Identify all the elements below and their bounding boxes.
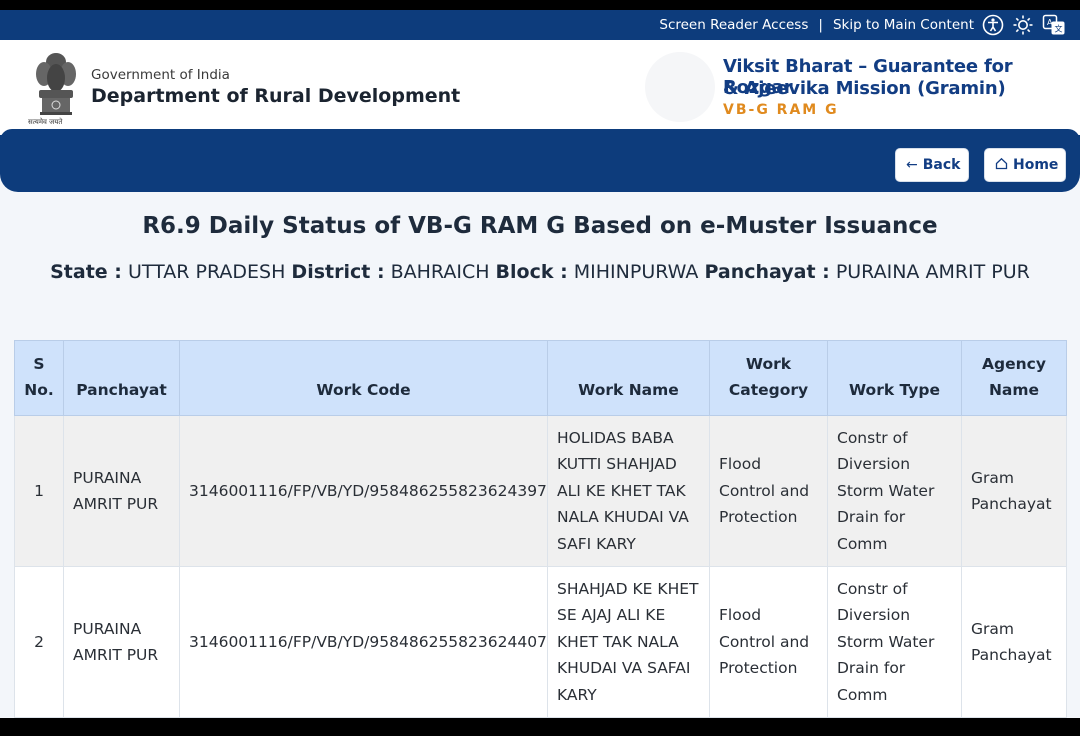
report-table: S No. Panchayat Work Code Work Name Work C… [14,340,1067,718]
site-header: सत्यमेव जयते Government of India Departm… [0,40,1080,135]
cell-work-category: Flood Control and Protection [709,566,828,718]
panchayat-label: Panchayat : [704,261,830,283]
cell-work-name: SHAHJAD KE KHET SE AJAJ ALI KE KHET TAK … [547,566,710,718]
cell-work-code[interactable]: 3146001116/FP/VB/YD/958486255823624397 [179,415,548,567]
panchayat-value: PURAINA AMRIT PUR [835,261,1030,283]
report-table-container: S No. Panchayat Work Code Work Name Work C… [14,340,1067,718]
cell-work-name: HOLIDAS BABA KUTTI SHAHJAD ALI KE KHET T… [547,415,710,567]
cell-sno: 2 [14,566,64,718]
accessibility-icon[interactable] [982,14,1004,36]
col-header-work-type[interactable]: Work Type [827,340,962,416]
col-header-work-category[interactable]: Work Category [709,340,828,416]
cell-work-category: Flood Control and Protection [709,415,828,567]
home-icon [995,157,1008,174]
brightness-icon[interactable] [1012,14,1034,36]
cell-work-type: Constr of Diversion Storm Water Drain fo… [827,415,962,567]
table-row: 2 PURAINA AMRIT PUR 3146001116/FP/VB/YD/… [14,566,1067,718]
cell-work-type: Constr of Diversion Storm Water Drain fo… [827,566,962,718]
home-button[interactable]: Home [984,148,1066,182]
government-of-india-label: Government of India [91,67,230,83]
table-header-row: S No. Panchayat Work Code Work Name Work C… [14,340,1067,416]
state-label: State : [50,261,122,283]
col-header-work-code[interactable]: Work Code [179,340,548,416]
col-header-panchayat[interactable]: Panchayat [63,340,180,416]
cell-agency: Gram Panchayat [961,566,1067,718]
col-header-sno[interactable]: S No. [14,340,64,416]
mission-acronym: VB-G RAM G [723,102,839,118]
cell-panchayat: PURAINA AMRIT PUR [63,566,180,718]
block-value: MIHINPURWA [573,261,699,283]
skip-to-main-link[interactable]: Skip to Main Content [833,17,974,33]
topbar-separator: | [818,17,823,33]
block-label: Block : [495,261,568,283]
emblem-caption: सत्यमेव जयते [28,118,63,126]
arrow-left-icon: ← [906,157,918,173]
mission-title-line2: & Ajeevika Mission (Gramin) [723,78,1006,99]
location-breadcrumb: State : UTTAR PRADESH District : BAHRAIC… [10,255,1070,289]
report-title: R6.9 Daily Status of VB-G RAM G Based on… [142,213,938,239]
department-name[interactable]: Department of Rural Development [91,85,460,107]
cell-work-code[interactable]: 3146001116/FP/VB/YD/958486255823624407 [179,566,548,718]
cell-sno: 1 [14,415,64,567]
col-header-work-name[interactable]: Work Name [547,340,710,416]
screen-reader-link[interactable]: Screen Reader Access [659,17,808,33]
table-row: 1 PURAINA AMRIT PUR 3146001116/FP/VB/YD/… [14,415,1067,567]
svg-text:文: 文 [1055,24,1063,34]
translate-icon[interactable]: A文 [1042,14,1066,36]
col-header-agency-name[interactable]: Agency Name [961,340,1067,416]
cell-panchayat: PURAINA AMRIT PUR [63,415,180,567]
page-frame: Screen Reader Access | Skip to Main Cont… [0,10,1080,718]
utility-bar: Screen Reader Access | Skip to Main Cont… [0,10,1080,40]
svg-text:A: A [1047,18,1053,27]
home-button-label: Home [1013,157,1059,173]
national-emblem-icon: सत्यमेव जयते [28,48,82,130]
back-button-label: Back [922,157,961,173]
back-button[interactable]: ← Back [895,148,969,182]
watermark-logo [645,52,715,122]
nav-band: ← Back Home [0,129,1080,192]
district-value: BAHRAICH [390,261,490,283]
state-value: UTTAR PRADESH [127,261,286,283]
cell-agency: Gram Panchayat [961,415,1067,567]
district-label: District : [291,261,385,283]
